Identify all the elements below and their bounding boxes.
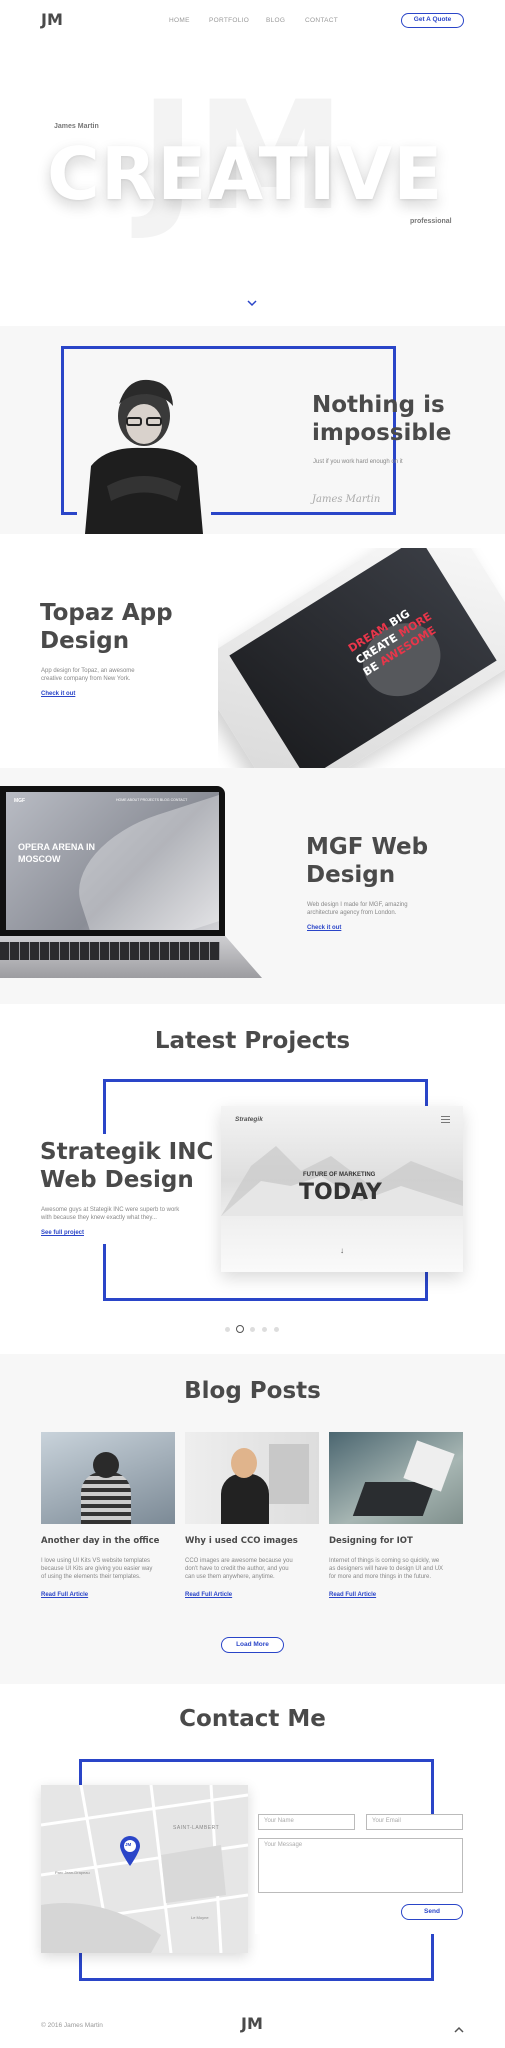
mgf-desc-line1: Web design I made for MGF, amazing — [307, 902, 408, 908]
projects-title-line2: Web Design — [40, 1167, 194, 1193]
slider-dot[interactable] — [274, 1327, 279, 1332]
portrait-photo — [77, 366, 211, 534]
chevron-up-icon[interactable] — [453, 2021, 465, 2033]
read-article-link[interactable]: Read Full Article — [185, 1592, 232, 1598]
hero-tagline: professional — [410, 218, 452, 225]
blog-post-title: Designing for IOT — [329, 1536, 413, 1546]
project-card[interactable]: Strategik FUTURE OF MARKETING TODAY ↓ — [221, 1106, 463, 1272]
topaz-title-line2: Design — [40, 628, 130, 654]
blog-post: Another day in the office I love using U… — [41, 1432, 175, 1598]
blog-section: Blog Posts Another day in the office I l… — [0, 1354, 505, 1684]
copyright: © 2016 James Martin — [41, 2022, 103, 2029]
footer: © 2016 James Martin JM — [0, 2004, 505, 2048]
projects-desc-line2: with because they knew exactly what they… — [41, 1215, 157, 1221]
mgf-title-line1: MGF Web — [306, 834, 429, 860]
intro-text: Just if you work hard enough on it — [313, 459, 403, 465]
nav-contact[interactable]: CONTACT — [305, 17, 338, 24]
header: JM HOME PORTFOLIO BLOG CONTACT Get A Quo… — [0, 0, 505, 42]
chevron-down-icon[interactable] — [246, 294, 258, 307]
load-more-button[interactable]: Load More — [221, 1637, 284, 1653]
nav-portfolio[interactable]: PORTFOLIO — [209, 17, 249, 24]
get-quote-button[interactable]: Get A Quote — [401, 13, 464, 28]
map-label: SAINT-LAMBERT — [173, 1825, 220, 1831]
hero-title: CREATIVE — [47, 132, 444, 216]
slider-dot-active[interactable] — [236, 1325, 244, 1333]
email-field[interactable]: Your Email — [366, 1814, 463, 1830]
slider-dot[interactable] — [250, 1327, 255, 1332]
blog-image-cco[interactable] — [185, 1432, 319, 1524]
read-article-link[interactable]: Read Full Article — [329, 1592, 376, 1598]
topaz-title-line1: Topaz App — [40, 600, 173, 626]
map-pin-label: JM — [125, 1842, 132, 1847]
slider-dot[interactable] — [225, 1327, 230, 1332]
nav-blog[interactable]: BLOG — [266, 17, 285, 24]
arrow-down-icon: ↓ — [340, 1246, 344, 1255]
map-label: Le Moyne — [191, 1915, 209, 1920]
mgf-desc-line2: architecture agency from London. — [307, 910, 397, 916]
read-article-link[interactable]: Read Full Article — [41, 1592, 88, 1598]
slider-dots — [225, 1325, 285, 1334]
mgf-title-line2: Design — [306, 862, 396, 888]
mgf-section: MGF HOME ABOUT PROJECTS BLOG CONTACT OPE… — [0, 768, 505, 1004]
projects-heading: Latest Projects — [154, 1028, 351, 1054]
card-kicker: FUTURE OF MARKETING — [303, 1172, 376, 1178]
contact-section: Contact Me SAINT-LAMBERT Parc Jean-Drape… — [0, 1684, 505, 2004]
projects-title-line1: Strategik INC — [40, 1139, 214, 1165]
map-label: Parc Jean-Drapeau — [55, 1870, 90, 1875]
topaz-section: Topaz App Design App design for Topaz, a… — [0, 534, 505, 768]
projects-section: Latest Projects Strategik INC Web Design… — [0, 1004, 505, 1354]
name-field[interactable]: Your Name — [258, 1814, 355, 1830]
send-button[interactable]: Send — [401, 1904, 463, 1920]
card-title: TODAY — [299, 1180, 382, 1205]
footer-logo[interactable]: JM — [241, 2014, 263, 2033]
card-brand: Strategik — [235, 1116, 263, 1123]
laptop-mockup: MGF HOME ABOUT PROJECTS BLOG CONTACT OPE… — [0, 786, 262, 996]
intro-heading-line2: impossible — [312, 420, 452, 446]
projects-desc-line1: Awesome guys at Stategik INC were superb… — [41, 1207, 180, 1213]
menu-icon[interactable] — [441, 1116, 450, 1123]
blog-post-title: Why i used CCO images — [185, 1536, 298, 1546]
laptop-keyboard — [0, 936, 262, 978]
laptop-screen: MGF HOME ABOUT PROJECTS BLOG CONTACT OPE… — [0, 786, 225, 936]
hero-name: James Martin — [54, 123, 99, 130]
mgf-link[interactable]: Check it out — [307, 925, 341, 931]
intro-heading-line1: Nothing is — [312, 392, 445, 418]
map[interactable]: SAINT-LAMBERT Parc Jean-Drapeau Le Moyne… — [41, 1785, 248, 1953]
topaz-link[interactable]: Check it out — [41, 691, 75, 697]
blog-image-office[interactable] — [41, 1432, 175, 1524]
logo[interactable]: JM — [41, 10, 63, 29]
topaz-desc-line1: App design for Topaz, an awesome — [41, 668, 135, 674]
hero: JM James Martin CREATIVE professional — [0, 42, 505, 326]
signature: James Martin — [312, 494, 381, 505]
nav-home[interactable]: HOME — [169, 17, 190, 24]
phone-mockup: DREAM BIG CREATE MORE BE AWESOME — [218, 548, 505, 768]
blog-post-title: Another day in the office — [41, 1536, 160, 1546]
message-field[interactable]: Your Message — [258, 1838, 463, 1893]
contact-heading: Contact Me — [179, 1706, 326, 1732]
slider-dot[interactable] — [262, 1327, 267, 1332]
map-pin-icon[interactable]: JM — [119, 1835, 141, 1867]
topaz-desc-line2: creative company from New York. — [41, 676, 131, 682]
projects-link[interactable]: See full project — [41, 1230, 84, 1236]
intro-section: Nothing is impossible Just if you work h… — [0, 326, 505, 534]
blog-post: Designing for IOT Internet of things is … — [329, 1432, 463, 1598]
blog-image-iot[interactable] — [329, 1432, 463, 1524]
blog-heading: Blog Posts — [184, 1378, 321, 1404]
blog-post: Why i used CCO images CCO images are awe… — [185, 1432, 319, 1598]
